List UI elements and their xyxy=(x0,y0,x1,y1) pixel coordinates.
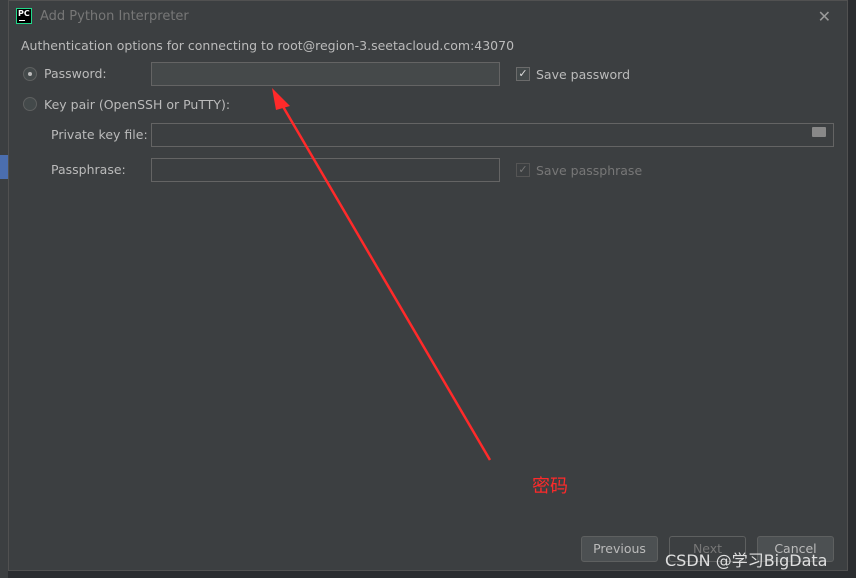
watermark: CSDN @学习BigData xyxy=(665,551,828,570)
annotation-label: 密码 xyxy=(532,476,568,497)
annotation-arrow xyxy=(272,88,492,461)
